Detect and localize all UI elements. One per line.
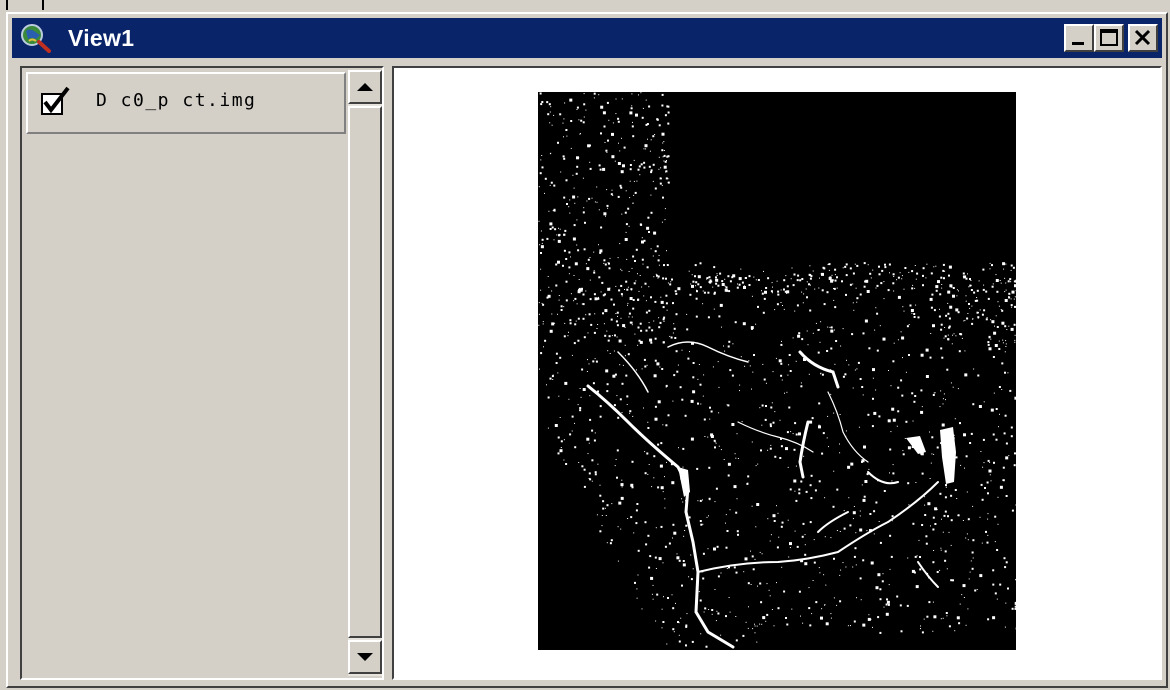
top-strip (0, 0, 1170, 12)
strip-divider (6, 0, 8, 10)
layer-name: D c0_p ct.img (96, 90, 257, 111)
window-title: View1 (68, 25, 135, 51)
scroll-down-button[interactable] (348, 640, 382, 674)
globe-magnifier-icon (21, 24, 51, 53)
visibility-checkbox[interactable] (40, 86, 72, 116)
scroll-up-button[interactable] (348, 70, 382, 104)
maximize-icon (1100, 29, 1118, 46)
close-button[interactable] (1128, 24, 1158, 52)
scroll-thumb[interactable] (348, 106, 382, 638)
maximize-button[interactable] (1094, 24, 1124, 52)
raster-image (538, 92, 1019, 654)
table-of-contents: D c0_p ct.img (20, 66, 384, 680)
close-icon (1134, 29, 1151, 46)
strip-divider (42, 0, 44, 10)
raster-layer (538, 92, 1019, 654)
title-bar[interactable]: View1 (12, 18, 1162, 58)
toc-scrollbar[interactable] (348, 70, 382, 676)
map-display[interactable] (392, 66, 1162, 680)
arrow-up-icon (357, 83, 373, 91)
minimize-button[interactable] (1064, 24, 1094, 52)
layer-entry[interactable]: D c0_p ct.img (26, 72, 346, 134)
view-window: View1 D c0_p ct.img (6, 12, 1168, 688)
minimize-icon (1072, 42, 1084, 45)
arrow-down-icon (357, 653, 373, 661)
